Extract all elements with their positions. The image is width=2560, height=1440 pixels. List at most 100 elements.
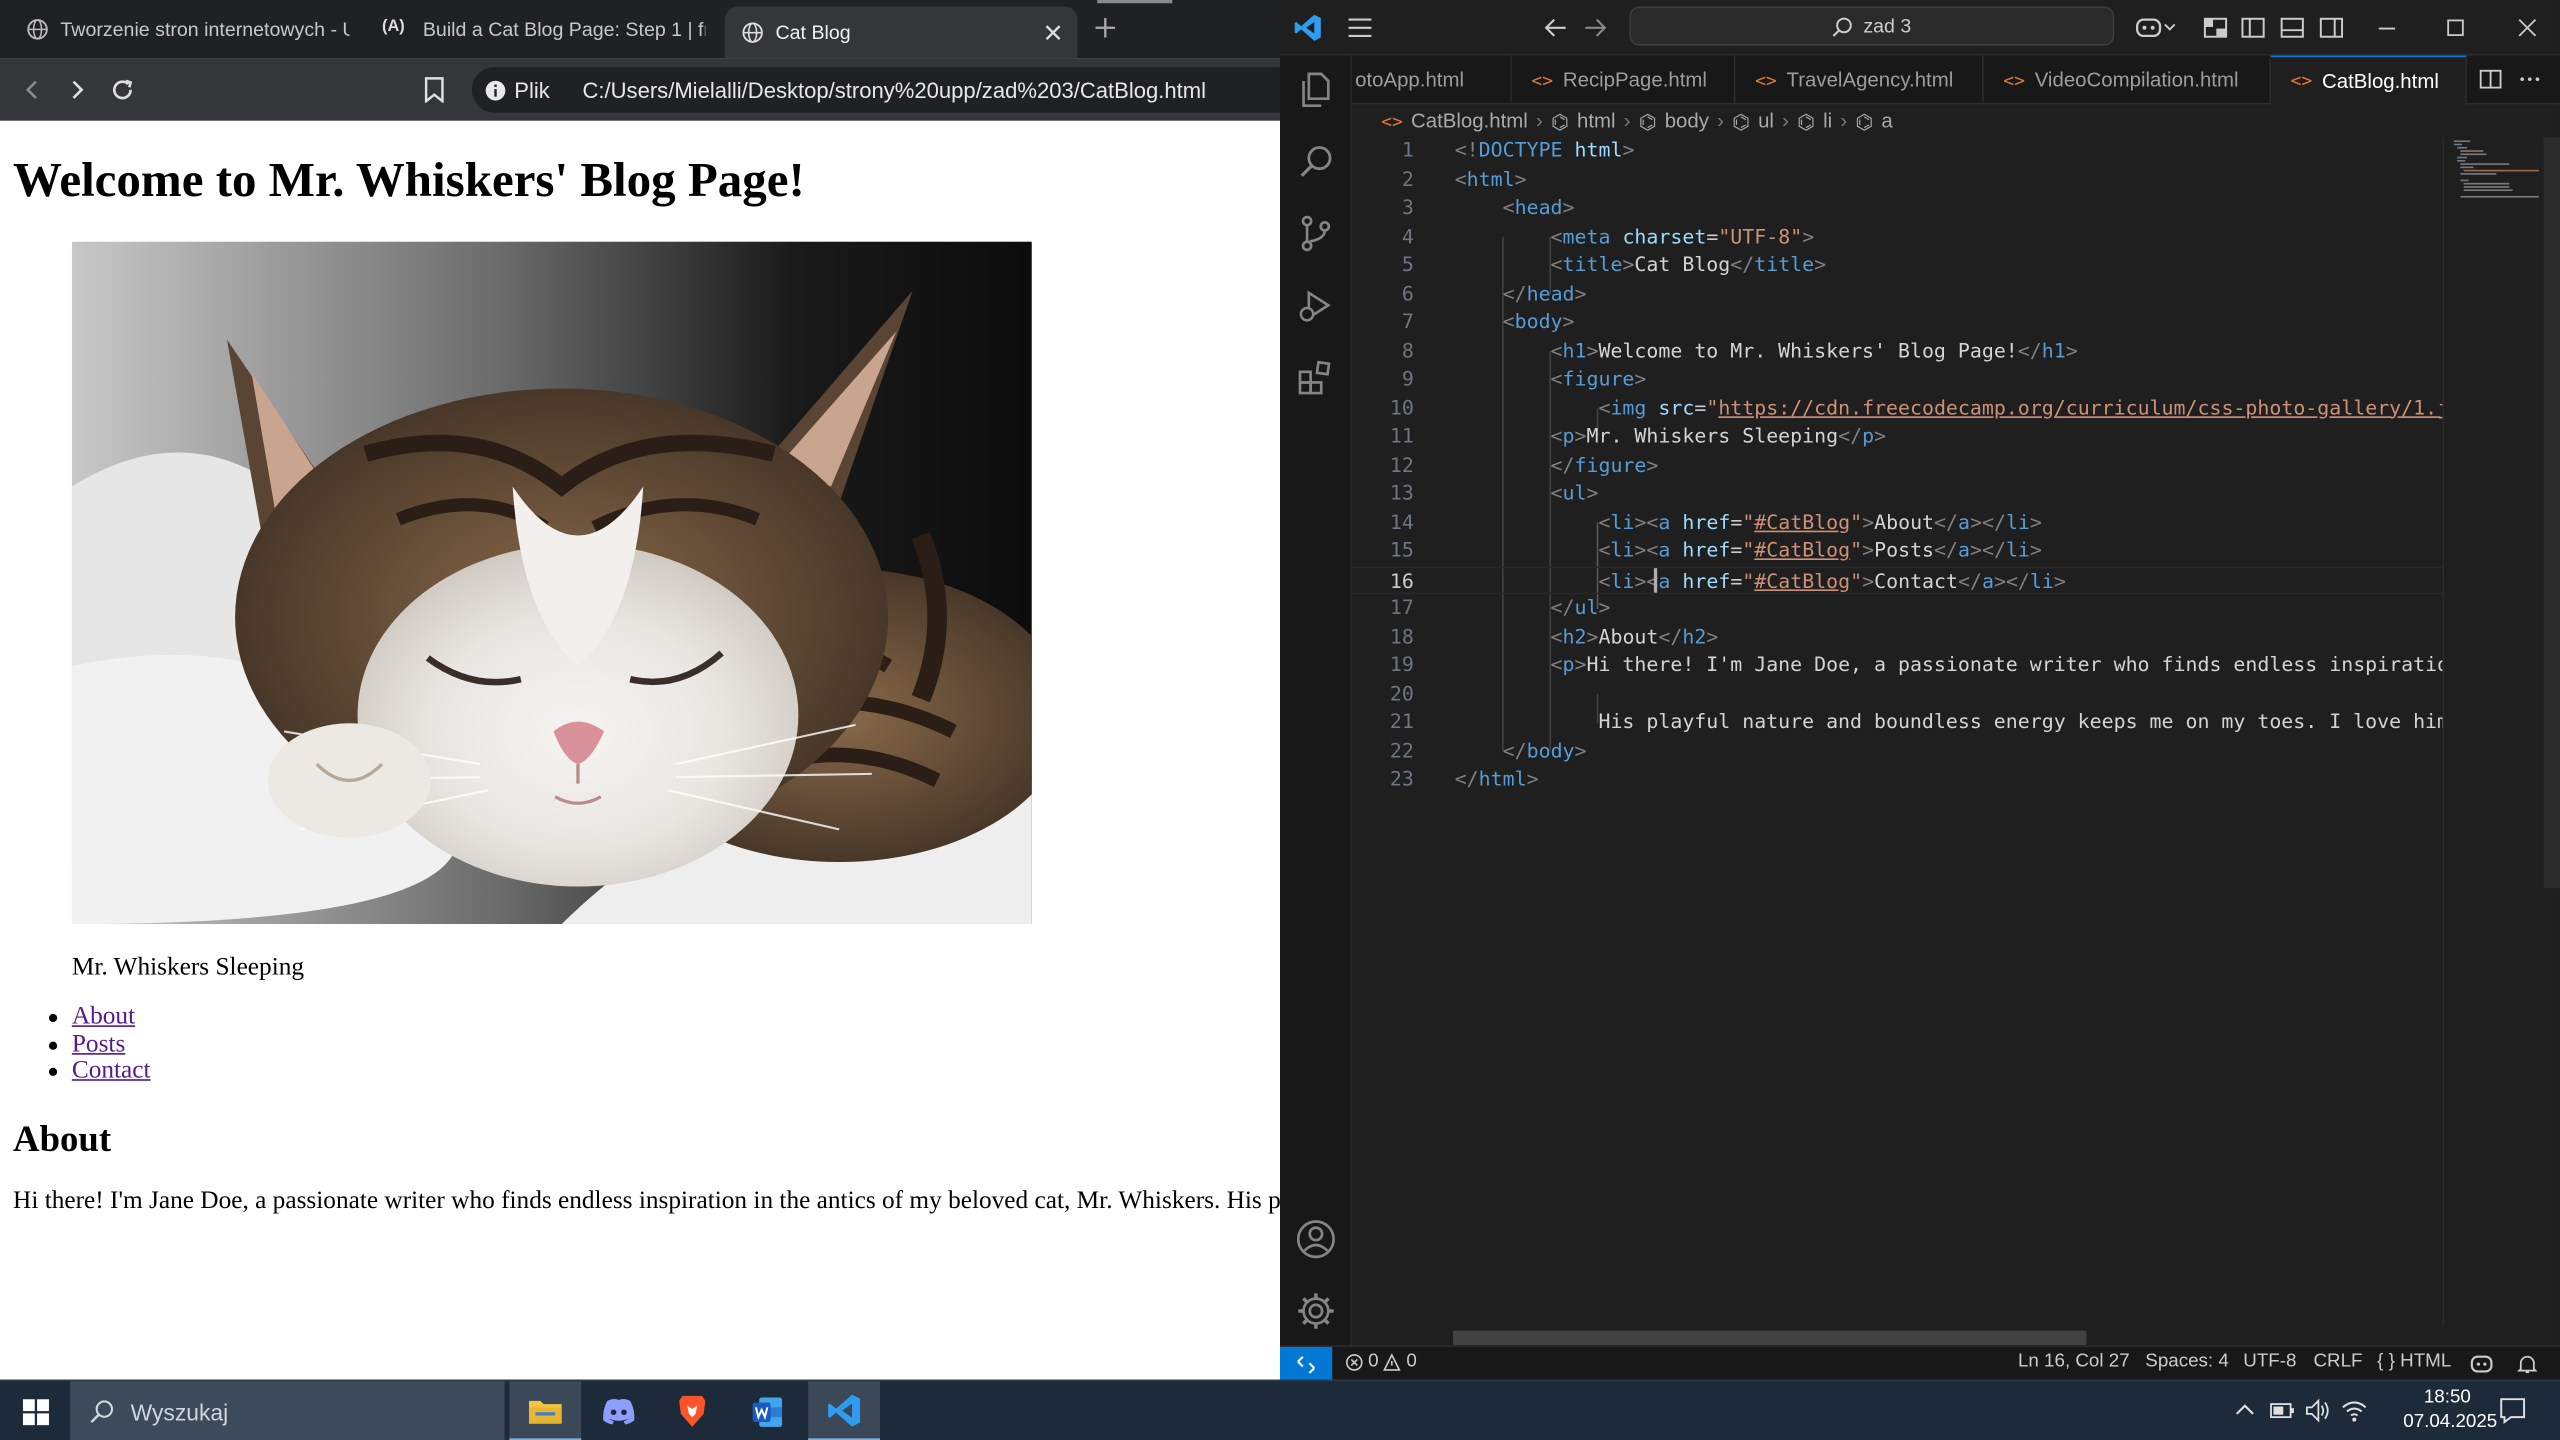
list-item: About bbox=[46, 1002, 151, 1031]
minimap[interactable] bbox=[2442, 137, 2541, 1326]
line-number: 18 bbox=[1389, 624, 1414, 648]
breadcrumb-item[interactable]: ul bbox=[1758, 109, 1774, 132]
taskbar-app-vscode[interactable] bbox=[808, 1381, 880, 1440]
code-line: 12 </figure> bbox=[1352, 451, 2443, 480]
language-mode[interactable]: { } HTML bbox=[2377, 1352, 2451, 1372]
bookmark-button[interactable] bbox=[416, 72, 452, 108]
status-bar: 0 0 Ln 16, Col 27 Spaces: 4 UTF-8 CRLF {… bbox=[1279, 1345, 2560, 1382]
menu-icon[interactable] bbox=[1347, 15, 1373, 41]
breadcrumb-item[interactable]: CatBlog.html bbox=[1411, 109, 1528, 132]
line-number: 19 bbox=[1389, 653, 1414, 676]
vscode-window: zad 3 otoApp.html <> RecipPage.html <> T… bbox=[1279, 0, 2560, 1382]
battery-icon[interactable] bbox=[2269, 1398, 2295, 1424]
vertical-scrollbar[interactable] bbox=[2540, 137, 2560, 1326]
chevron-right-icon: › bbox=[1623, 109, 1631, 133]
minimize-icon[interactable] bbox=[2374, 15, 2400, 41]
editor-tab-recippage[interactable]: <> RecipPage.html bbox=[1512, 55, 1736, 105]
browser-tab-1[interactable]: Tworzenie stron internetowych - Un bbox=[10, 7, 349, 53]
toggle-panel-icon[interactable] bbox=[2279, 15, 2305, 41]
extensions-icon[interactable] bbox=[1295, 356, 1337, 398]
line-number: 2 bbox=[1401, 167, 1414, 191]
line-number: 16 bbox=[1389, 568, 1414, 592]
new-tab-button[interactable] bbox=[1094, 16, 1120, 42]
start-button[interactable] bbox=[0, 1381, 70, 1440]
warning-icon bbox=[1383, 1352, 1402, 1370]
vscode-icon bbox=[828, 1393, 861, 1426]
toggle-secondary-sidebar-icon[interactable] bbox=[2318, 15, 2344, 41]
settings-gear-icon[interactable] bbox=[1295, 1290, 1337, 1332]
reload-button[interactable] bbox=[104, 72, 140, 108]
source-control-icon[interactable] bbox=[1295, 212, 1337, 254]
layout-icon[interactable] bbox=[2202, 15, 2228, 41]
discord-icon bbox=[603, 1398, 635, 1425]
copilot-icon[interactable] bbox=[2134, 15, 2176, 41]
editor-tab-photoapp[interactable]: otoApp.html bbox=[1352, 55, 1512, 105]
about-link[interactable]: About bbox=[72, 1002, 135, 1030]
list-item: Posts bbox=[46, 1030, 151, 1058]
html-file-icon: <> bbox=[1755, 69, 1777, 91]
line-number: 6 bbox=[1401, 281, 1414, 305]
code-editor[interactable]: 1 <!DOCTYPE html> 2 <html> 3 <head> 4 <met… bbox=[1351, 137, 2443, 1326]
copilot-icon[interactable] bbox=[2470, 1353, 2493, 1374]
command-center[interactable]: zad 3 bbox=[1629, 6, 2115, 46]
taskbar-app-discord[interactable] bbox=[583, 1381, 655, 1440]
maximize-icon[interactable] bbox=[2442, 15, 2468, 41]
close-tab-icon[interactable] bbox=[1045, 24, 1061, 41]
run-debug-icon[interactable] bbox=[1295, 284, 1337, 326]
chevron-up-icon[interactable] bbox=[2232, 1398, 2258, 1424]
line-number: 7 bbox=[1401, 310, 1414, 334]
site-info-chip[interactable]: Plik bbox=[485, 78, 570, 102]
editor-tab-travelagency[interactable]: <> TravelAgency.html bbox=[1736, 55, 1984, 105]
line-ending[interactable]: CRLF bbox=[2313, 1352, 2362, 1372]
more-actions-icon[interactable] bbox=[2518, 67, 2542, 91]
notification-center-icon[interactable] bbox=[2498, 1396, 2527, 1425]
notifications-bell-icon[interactable] bbox=[2517, 1353, 2538, 1374]
clock-date: 07.04.2025 bbox=[2403, 1412, 2498, 1432]
close-window-icon[interactable] bbox=[2514, 15, 2540, 41]
file-explorer-icon bbox=[528, 1399, 562, 1423]
cursor-position[interactable]: Ln 16, Col 27 bbox=[2018, 1352, 2130, 1372]
taskbar-app-file-explorer[interactable] bbox=[509, 1381, 582, 1440]
url-text[interactable]: C:/Users/Mielalli/Desktop/strony%20upp/z… bbox=[582, 78, 1206, 102]
back-button[interactable] bbox=[15, 72, 51, 108]
symbol-icon: ⌬ bbox=[1732, 110, 1750, 134]
editor-tab-videocompilation[interactable]: <> VideoCompilation.html bbox=[1984, 55, 2272, 105]
editor-tab-label: VideoCompilation.html bbox=[2034, 68, 2239, 92]
file-encoding[interactable]: UTF-8 bbox=[2243, 1352, 2296, 1372]
split-editor-icon[interactable] bbox=[2478, 67, 2502, 91]
breadcrumb-item[interactable]: body bbox=[1665, 109, 1709, 132]
editor-tab-label: TravelAgency.html bbox=[1786, 68, 1954, 92]
speaker-icon[interactable] bbox=[2305, 1398, 2331, 1424]
remote-indicator[interactable] bbox=[1279, 1346, 1333, 1382]
forward-button[interactable] bbox=[59, 72, 95, 108]
contact-link[interactable]: Contact bbox=[72, 1057, 151, 1085]
system-clock[interactable]: 18:50 07.04.2025 bbox=[2403, 1386, 2498, 1435]
arrow-left-icon[interactable] bbox=[1543, 15, 1569, 41]
taskbar-app-word[interactable] bbox=[731, 1381, 803, 1440]
problems-indicator[interactable]: 0 0 bbox=[1345, 1352, 1417, 1371]
browser-tab-active[interactable]: Cat Blog bbox=[724, 6, 1078, 59]
breadcrumb-item[interactable]: html bbox=[1577, 109, 1616, 132]
breadcrumb-item[interactable]: a bbox=[1881, 109, 1892, 132]
arrow-right-icon[interactable] bbox=[1582, 15, 1608, 41]
account-icon[interactable] bbox=[1295, 1218, 1337, 1260]
browser-tab-2[interactable]: (A) Build a Cat Blog Page: Step 1 | free… bbox=[366, 7, 705, 53]
breadcrumb-item[interactable]: li bbox=[1823, 109, 1832, 132]
indentation-setting[interactable]: Spaces: 4 bbox=[2145, 1352, 2229, 1372]
address-bar[interactable]: Plik C:/Users/Mielalli/Desktop/strony%20… bbox=[471, 66, 1289, 113]
line-number: 1 bbox=[1401, 138, 1414, 162]
freecodecamp-icon: (A) bbox=[382, 17, 405, 36]
chevron-right-icon: › bbox=[1717, 109, 1724, 133]
search-icon[interactable] bbox=[1295, 140, 1337, 182]
taskbar-search[interactable]: Wyszukaj bbox=[70, 1381, 505, 1440]
explorer-icon[interactable] bbox=[1295, 69, 1337, 111]
wifi-icon[interactable] bbox=[2341, 1398, 2367, 1424]
chevron-right-icon: › bbox=[1782, 109, 1789, 133]
editor-tab-catblog[interactable]: <> CatBlog.html bbox=[2271, 55, 2467, 105]
posts-link[interactable]: Posts bbox=[72, 1030, 125, 1058]
scrollbar-thumb[interactable] bbox=[2543, 137, 2560, 889]
horizontal-scrollbar-thumb[interactable] bbox=[1453, 1330, 2087, 1346]
taskbar-app-brave[interactable] bbox=[656, 1381, 728, 1440]
toggle-sidebar-icon[interactable] bbox=[2240, 15, 2266, 41]
line-number: 9 bbox=[1401, 367, 1414, 391]
